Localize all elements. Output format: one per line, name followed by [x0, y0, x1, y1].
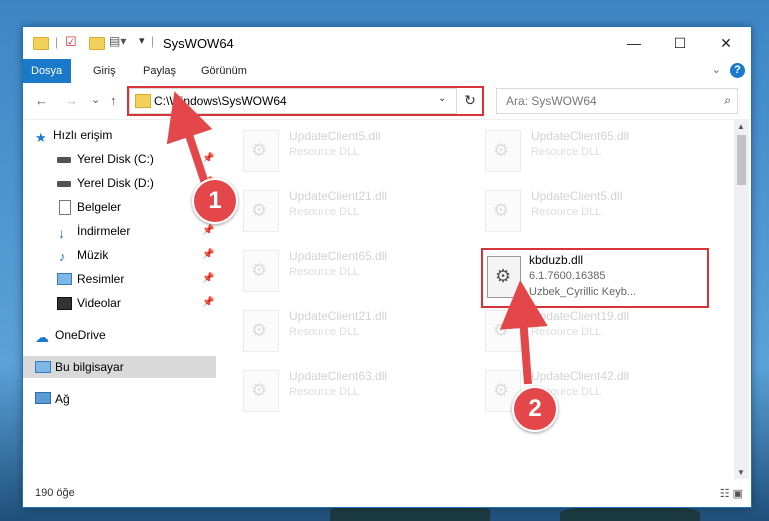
step-1-callout: 1: [192, 178, 238, 224]
arrow-to-file: [499, 280, 548, 385]
arrow-to-address: [166, 91, 213, 188]
step-2-callout: 2: [512, 386, 558, 432]
annotation-arrows: [166, 91, 548, 385]
